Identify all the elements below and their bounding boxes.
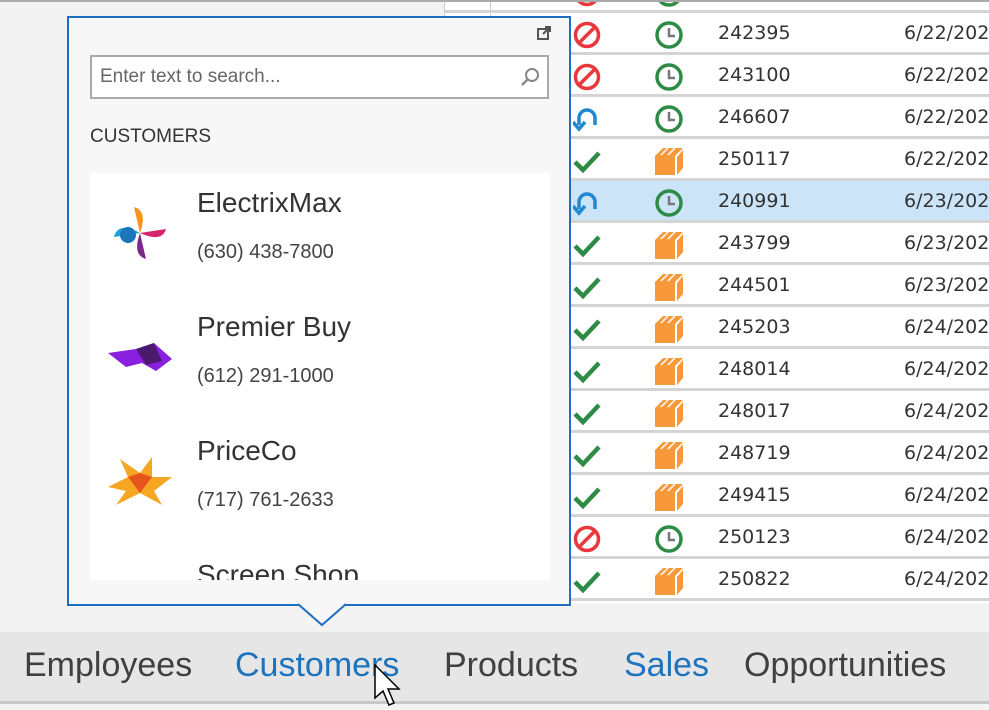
order-date: 6/24/202 <box>904 400 989 422</box>
customer-item[interactable]: Screen Shop <box>90 545 550 580</box>
order-id: 245203 <box>718 316 791 338</box>
search-box[interactable] <box>90 55 549 99</box>
order-date: 6/22/202 <box>904 22 989 44</box>
box-icon <box>655 567 683 595</box>
customer-item[interactable]: ElectrixMax (630) 438-7800 <box>90 173 550 297</box>
order-id: 240991 <box>718 190 791 212</box>
nav-sales[interactable]: Sales <box>624 646 709 685</box>
customer-phone: (717) 761-2633 <box>197 489 334 511</box>
customer-phone: (630) 438-7800 <box>197 241 334 263</box>
clock-icon <box>655 63 683 91</box>
checkmark-icon <box>573 273 601 301</box>
navigation-bar: Employees Customers Products Sales Oppor… <box>0 632 989 704</box>
order-date: 6/24/202 <box>904 568 989 590</box>
checkmark-icon <box>573 147 601 175</box>
customer-name: ElectrixMax <box>197 187 342 218</box>
order-id: 250822 <box>718 568 791 590</box>
open-external-icon[interactable] <box>537 26 551 40</box>
checkmark-icon <box>573 399 601 427</box>
refund-icon <box>571 189 601 217</box>
purple-ribbon-logo <box>108 343 172 371</box>
checkmark-icon <box>573 441 601 469</box>
order-date: 6/22/202 <box>904 64 989 86</box>
customers-peek-popup: CUSTOMERS ElectrixMax (630) 438-7800 Pre… <box>67 16 571 606</box>
order-id: 243799 <box>718 232 791 254</box>
customer-item[interactable]: Premier Buy (612) 291-1000 <box>90 297 550 421</box>
pinwheel-logo <box>114 207 166 259</box>
clock-icon <box>655 189 683 217</box>
order-id: 246607 <box>718 106 791 128</box>
customer-list[interactable]: ElectrixMax (630) 438-7800 Premier Buy (… <box>90 173 550 580</box>
box-icon <box>655 483 683 511</box>
order-id: 243100 <box>718 64 791 86</box>
checkmark-icon <box>573 483 601 511</box>
order-date: 6/24/202 <box>904 442 989 464</box>
customer-item[interactable]: PriceCo (717) 761-2633 <box>90 421 550 545</box>
cancelled-icon <box>573 21 601 49</box>
order-id: 248017 <box>718 400 791 422</box>
clock-icon <box>655 105 683 133</box>
box-icon <box>655 273 683 301</box>
customer-name: Screen Shop <box>197 559 359 580</box>
box-icon <box>655 147 683 175</box>
refund-icon <box>571 105 601 133</box>
search-icon[interactable] <box>519 66 541 88</box>
customer-name: PriceCo <box>197 435 297 466</box>
yellow-fan-logo <box>106 571 174 580</box>
search-input[interactable] <box>92 57 502 97</box>
order-date: 6/24/202 <box>904 484 989 506</box>
order-id: 250117 <box>718 148 791 170</box>
box-icon <box>655 315 683 343</box>
order-date: 6/23/202 <box>904 190 989 212</box>
checkmark-icon <box>573 357 601 385</box>
checkmark-icon <box>573 567 601 595</box>
checkmark-icon <box>573 231 601 259</box>
order-id: 242395 <box>718 22 791 44</box>
order-date: 6/23/202 <box>904 232 989 254</box>
order-date: 6/24/202 <box>904 526 989 548</box>
clock-icon <box>655 525 683 553</box>
box-icon <box>655 399 683 427</box>
box-icon <box>655 441 683 469</box>
order-date: 6/23/202 <box>904 274 989 296</box>
order-date: 6/24/202 <box>904 316 989 338</box>
cancelled-icon <box>573 2 601 7</box>
table-row[interactable] <box>445 2 989 13</box>
order-id: 250123 <box>718 526 791 548</box>
orange-star-logo <box>108 457 172 505</box>
nav-products[interactable]: Products <box>444 646 578 685</box>
nav-employees[interactable]: Employees <box>24 646 192 685</box>
customer-name: Premier Buy <box>197 311 352 342</box>
customer-phone: (612) 291-1000 <box>197 365 334 387</box>
cancelled-icon <box>573 63 601 91</box>
checkmark-icon <box>573 315 601 343</box>
clock-icon <box>655 2 683 7</box>
order-id: 249415 <box>718 484 791 506</box>
box-icon <box>655 231 683 259</box>
clock-icon <box>655 21 683 49</box>
section-title: CUSTOMERS <box>90 126 212 147</box>
box-icon <box>655 357 683 385</box>
order-id: 244501 <box>718 274 791 296</box>
popup-pointer <box>298 603 347 627</box>
nav-opportunities[interactable]: Opportunities <box>744 646 946 685</box>
mouse-cursor-icon <box>374 664 401 706</box>
order-date: 6/22/202 <box>904 148 989 170</box>
cancelled-icon <box>573 525 601 553</box>
order-id: 248014 <box>718 358 791 380</box>
order-date: 6/24/202 <box>904 358 989 380</box>
order-id: 248719 <box>718 442 791 464</box>
order-date: 6/22/202 <box>904 106 989 128</box>
